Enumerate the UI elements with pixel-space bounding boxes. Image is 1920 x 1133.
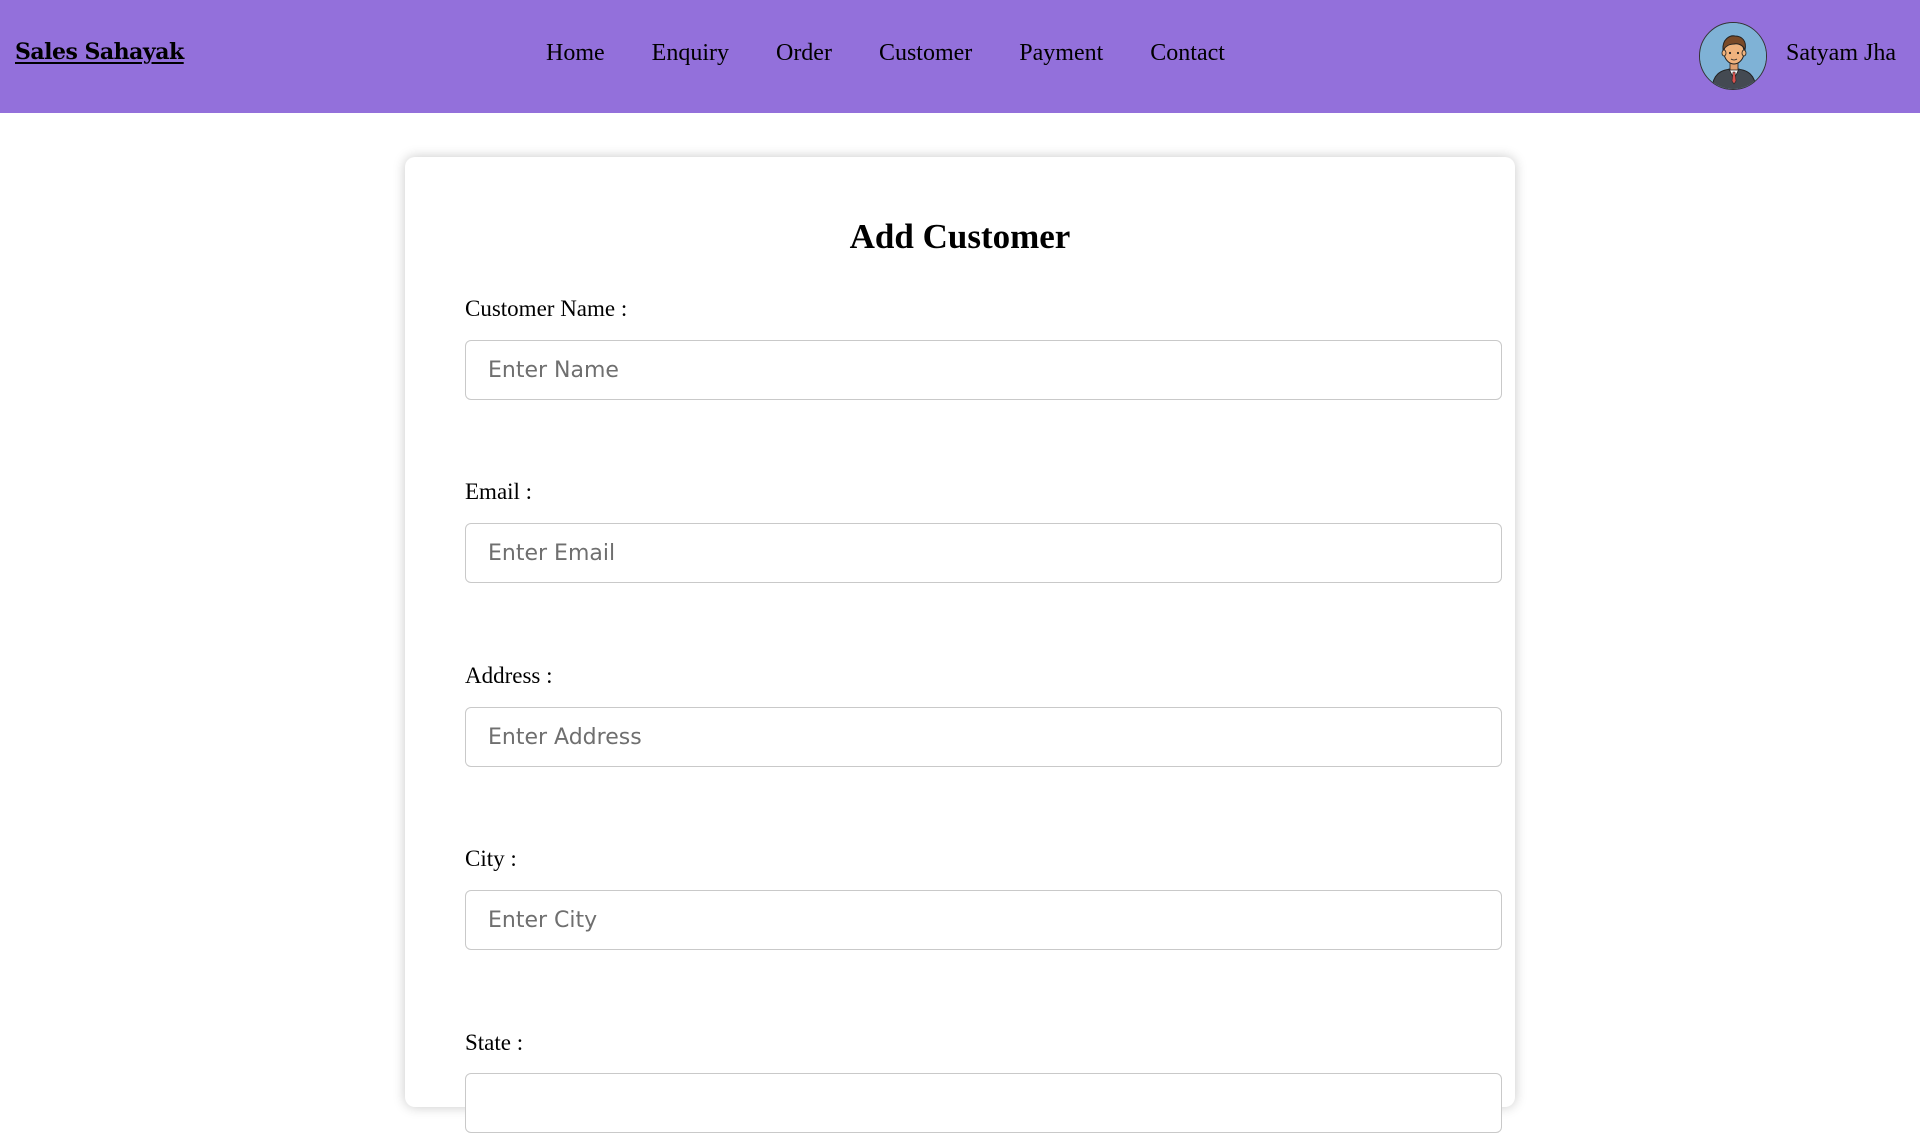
form-title: Add Customer bbox=[849, 217, 1071, 256]
nav-link-payment[interactable]: Payment bbox=[1019, 40, 1103, 67]
user-avatar-icon[interactable] bbox=[1699, 22, 1767, 90]
city-label: City : bbox=[465, 846, 517, 871]
state-label: State : bbox=[465, 1030, 524, 1055]
address-input[interactable] bbox=[465, 707, 1502, 767]
customer-name-input[interactable] bbox=[465, 340, 1502, 400]
email-input[interactable] bbox=[465, 523, 1502, 583]
add-customer-card: Add Customer Customer Name : Email : Add… bbox=[405, 157, 1515, 1133]
top-navbar: Sales Sahayak Home Enquiry Order Custome… bbox=[0, 0, 1920, 113]
address-label: Address : bbox=[465, 663, 553, 688]
city-input[interactable] bbox=[465, 890, 1502, 950]
brand-logo-link[interactable]: Sales Sahayak bbox=[15, 39, 184, 65]
nav-link-home[interactable]: Home bbox=[546, 40, 605, 67]
email-label: Email : bbox=[465, 479, 533, 504]
customer-name-label: Customer Name : bbox=[465, 296, 628, 321]
nav-links: Home Enquiry Order Customer Payment Cont… bbox=[546, 40, 1272, 67]
user-name[interactable]: Satyam Jha bbox=[1786, 40, 1896, 67]
nav-link-contact[interactable]: Contact bbox=[1150, 40, 1225, 67]
nav-link-customer[interactable]: Customer bbox=[879, 40, 972, 67]
nav-link-order[interactable]: Order bbox=[776, 40, 832, 67]
nav-link-enquiry[interactable]: Enquiry bbox=[652, 40, 729, 67]
state-input[interactable] bbox=[465, 1073, 1502, 1133]
